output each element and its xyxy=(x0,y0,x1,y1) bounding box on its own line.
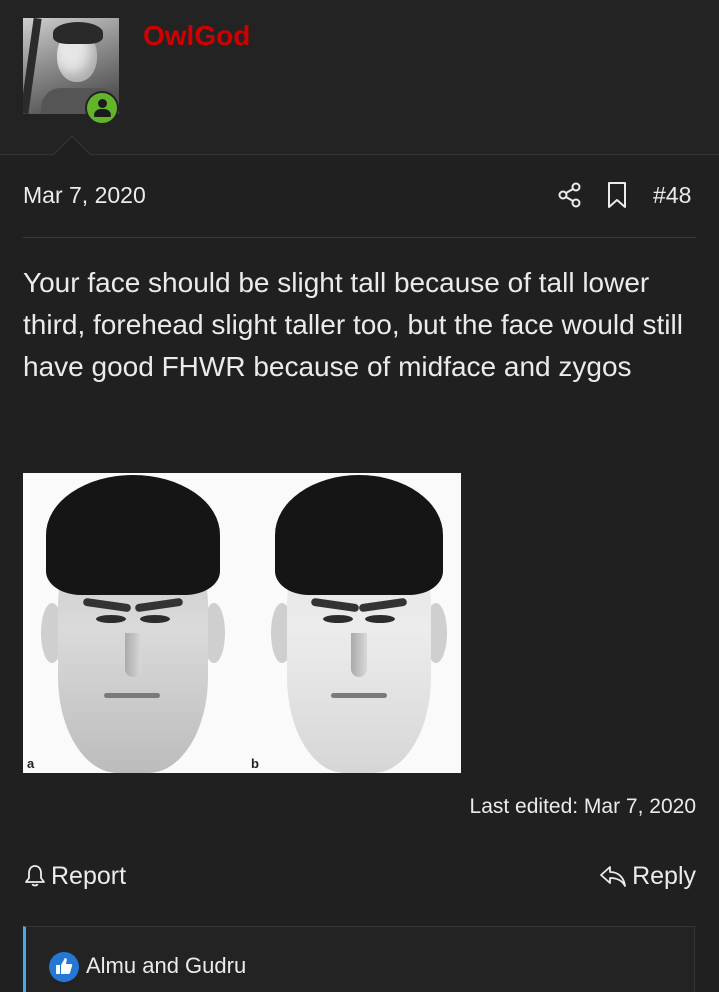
attached-face-comparison-image[interactable]: a b xyxy=(23,473,461,773)
sketch-b-eye-left xyxy=(323,615,353,623)
face-sketch-b xyxy=(259,473,459,773)
share-icon[interactable] xyxy=(557,182,583,208)
bell-icon xyxy=(25,865,45,887)
post-user-header: OwlGod xyxy=(0,0,719,155)
last-edited-text: Last edited: Mar 7, 2020 xyxy=(469,795,696,818)
username-link[interactable]: OwlGod xyxy=(143,20,250,52)
avatar-hair xyxy=(53,22,103,44)
reply-arrow-icon xyxy=(600,866,626,887)
sketch-b-nose xyxy=(351,633,367,677)
sketch-b-eye-right xyxy=(365,615,395,623)
report-label: Report xyxy=(51,861,127,890)
sketch-b-mouth xyxy=(331,693,387,698)
reply-label: Reply xyxy=(632,861,696,890)
online-status-icon xyxy=(85,91,119,125)
image-label-b: b xyxy=(251,756,259,771)
online-icon-body xyxy=(94,109,111,117)
post-date-link[interactable]: Mar 7, 2020 xyxy=(23,182,146,209)
post-number-link[interactable]: #48 xyxy=(653,182,691,209)
sketch-a-hair xyxy=(45,475,221,595)
reactions-bar[interactable]: Almu and Gudru xyxy=(23,926,695,992)
sketch-b-hair xyxy=(275,475,443,595)
sketch-a-nose xyxy=(124,633,141,677)
bookmark-icon[interactable] xyxy=(605,181,629,209)
image-label-a: a xyxy=(27,756,35,771)
reactions-users-link[interactable]: Almu and Gudru xyxy=(86,953,246,979)
online-icon-head xyxy=(98,99,107,108)
sketch-a-mouth xyxy=(103,693,160,698)
thumbs-up-icon xyxy=(49,952,79,982)
post-body-text: Your face should be slight tall because … xyxy=(23,267,683,382)
message-pointer-inner xyxy=(54,137,90,155)
meta-divider xyxy=(23,237,696,238)
face-sketch-a xyxy=(29,473,237,773)
sketch-a-eye-left xyxy=(95,615,126,623)
avatar-rifle xyxy=(23,18,42,114)
reply-button[interactable]: Reply xyxy=(598,858,696,894)
forum-post: OwlGod Mar 7, 2020 #48 Your face should … xyxy=(0,0,719,992)
report-button[interactable]: Report xyxy=(23,858,126,894)
